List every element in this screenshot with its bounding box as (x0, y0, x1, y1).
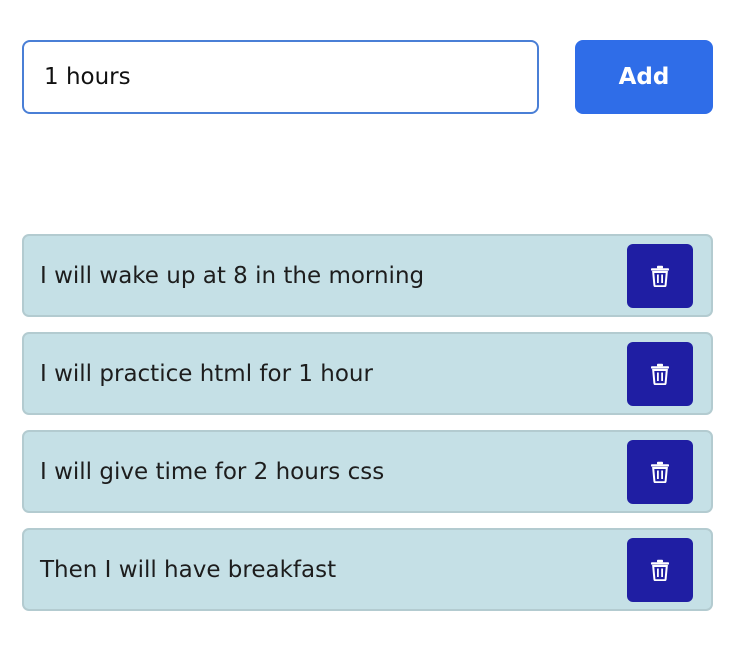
delete-task-button[interactable] (627, 244, 693, 308)
delete-task-button[interactable] (627, 440, 693, 504)
task-input[interactable] (44, 64, 537, 90)
task-text: I will give time for 2 hours css (40, 458, 385, 485)
delete-task-button[interactable] (627, 342, 693, 406)
task-item: Then I will have breakfast (22, 528, 713, 611)
trash-icon (651, 559, 669, 581)
trash-icon (651, 265, 669, 287)
task-item: I will wake up at 8 in the morning (22, 234, 713, 317)
task-item: I will give time for 2 hours css (22, 430, 713, 513)
task-item: I will practice html for 1 hour (22, 332, 713, 415)
task-text: I will practice html for 1 hour (40, 360, 373, 387)
task-text: I will wake up at 8 in the morning (40, 262, 425, 289)
trash-icon (651, 363, 669, 385)
delete-task-button[interactable] (627, 538, 693, 602)
task-input-field[interactable] (22, 40, 539, 114)
task-list: I will wake up at 8 in the morning I wil… (22, 234, 713, 626)
trash-icon (651, 461, 669, 483)
add-button[interactable]: Add (575, 40, 713, 114)
task-text: Then I will have breakfast (40, 556, 337, 583)
